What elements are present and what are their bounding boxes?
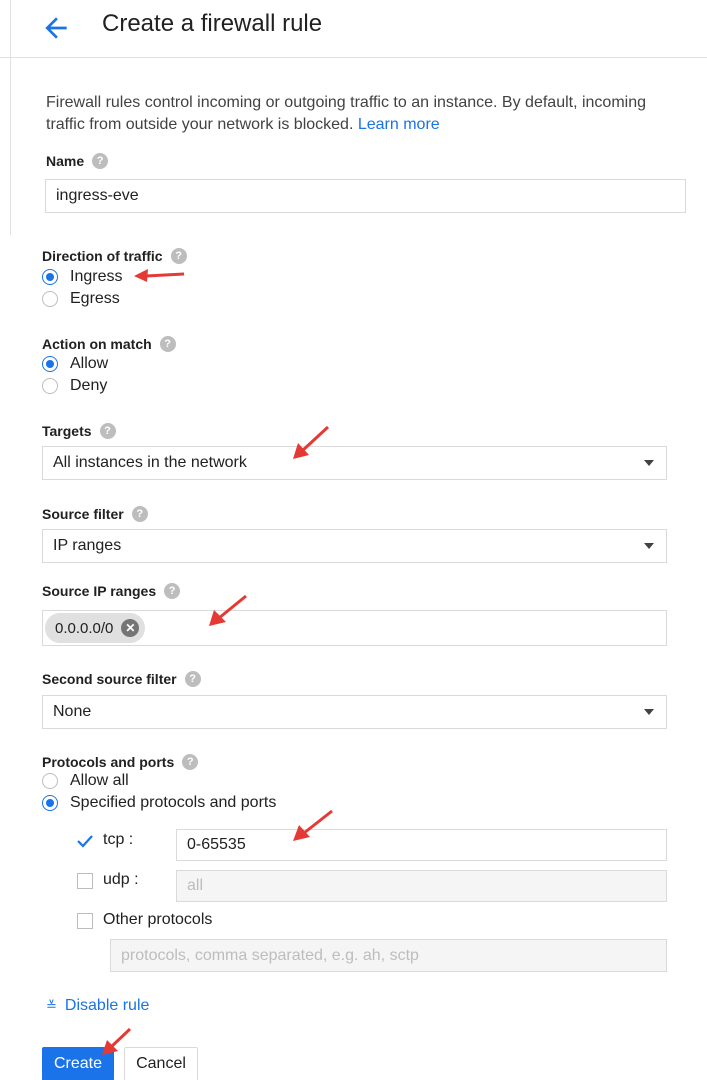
radio-ingress[interactable]: Ingress: [42, 268, 122, 286]
question-circle-icon[interactable]: ?: [182, 754, 199, 770]
name-label: Name ?: [46, 153, 109, 169]
tcp-label: tcp :: [103, 831, 134, 848]
red-arrow-icon: [293, 425, 330, 459]
targets-label-text: Targets: [42, 423, 92, 439]
learn-more-link[interactable]: Learn more: [358, 116, 440, 133]
description-text: Firewall rules control incoming or outgo…: [46, 94, 647, 133]
radio-egress[interactable]: Egress: [42, 290, 120, 308]
page-title: Create a firewall rule: [102, 10, 323, 37]
red-arrow-icon: [134, 269, 185, 282]
radio-button[interactable]: [42, 795, 58, 811]
source-ip-ranges-field[interactable]: 0.0.0.0/0 ✕: [42, 610, 667, 646]
chip-label: 0.0.0.0/0: [55, 619, 114, 637]
targets-select[interactable]: All instances in the network: [42, 446, 667, 480]
question-circle-icon[interactable]: ?: [99, 423, 116, 439]
chevron-double-down-icon: ≚: [46, 998, 57, 1013]
radio-specified[interactable]: Specified protocols and ports: [42, 794, 276, 812]
tcp-checkbox[interactable]: [76, 832, 94, 850]
tcp-ports-field[interactable]: 0-65535: [176, 829, 667, 861]
red-arrow-icon: [209, 594, 247, 626]
description: Firewall rules control incoming or outgo…: [46, 92, 666, 136]
radio-button[interactable]: [42, 773, 58, 789]
red-arrow-icon: [102, 1027, 132, 1055]
ip-range-chip: 0.0.0.0/0 ✕: [45, 613, 146, 643]
question-circle-icon[interactable]: ?: [170, 248, 187, 264]
other-protocols-placeholder: protocols, comma separated, e.g. ah, sct…: [121, 946, 419, 964]
cancel-button[interactable]: Cancel: [124, 1047, 198, 1080]
name-label-text: Name: [46, 153, 85, 169]
radio-allow-all[interactable]: Allow all: [42, 772, 129, 790]
radio-button[interactable]: [42, 378, 58, 394]
protocols-label: Protocols and ports ?: [42, 754, 199, 770]
page-header: Create a firewall rule: [0, 0, 707, 58]
second-source-filter-value: None: [53, 703, 92, 720]
dropdown-caret-icon: [644, 709, 654, 715]
dropdown-caret-icon: [644, 460, 654, 466]
close-circle-icon[interactable]: ✕: [121, 619, 140, 637]
radio-deny[interactable]: Deny: [42, 377, 107, 395]
panel-divider: [10, 0, 11, 235]
targets-label: Targets ?: [42, 423, 116, 439]
radio-label: Allow all: [70, 772, 129, 789]
arrow-left-icon[interactable]: [40, 12, 72, 44]
disable-rule-text: Disable rule: [64, 997, 150, 1014]
radio-button[interactable]: [42, 356, 58, 372]
action-label: Action on match ?: [42, 336, 176, 352]
targets-select-value: All instances in the network: [53, 454, 247, 471]
radio-label: Egress: [70, 290, 120, 307]
question-circle-icon[interactable]: ?: [184, 671, 201, 687]
other-protocols-field[interactable]: protocols, comma separated, e.g. ah, sct…: [110, 939, 667, 972]
second-source-filter-label-text: Second source filter: [42, 671, 177, 687]
udp-label: udp :: [103, 871, 139, 888]
source-filter-label-text: Source filter: [42, 506, 124, 522]
dropdown-caret-icon: [644, 543, 654, 549]
source-filter-select[interactable]: IP ranges: [42, 529, 667, 563]
direction-label-text: Direction of traffic: [42, 248, 163, 264]
radio-label: Deny: [70, 377, 108, 394]
red-arrow-icon: [293, 809, 333, 841]
other-protocols-checkbox[interactable]: [77, 913, 93, 929]
question-circle-icon[interactable]: ?: [131, 506, 148, 522]
action-label-text: Action on match: [42, 336, 152, 352]
question-circle-icon[interactable]: ?: [159, 336, 176, 352]
radio-label: Ingress: [70, 268, 123, 285]
tcp-ports-value: 0-65535: [187, 836, 246, 853]
name-field[interactable]: ingress-eve: [45, 179, 686, 213]
radio-button[interactable]: [42, 269, 58, 285]
second-source-filter-select[interactable]: None: [42, 695, 667, 729]
source-ip-ranges-label: Source IP ranges ?: [42, 583, 181, 599]
udp-ports-field[interactable]: all: [176, 870, 667, 902]
disable-rule-link[interactable]: ≚ Disable rule: [46, 997, 149, 1015]
protocols-label-text: Protocols and ports: [42, 754, 175, 770]
source-ip-ranges-label-text: Source IP ranges: [42, 583, 157, 599]
other-protocols-label: Other protocols: [103, 911, 213, 928]
question-circle-icon[interactable]: ?: [92, 153, 109, 169]
radio-label: Specified protocols and ports: [70, 794, 277, 811]
source-filter-value: IP ranges: [53, 537, 122, 554]
radio-label: Allow: [70, 355, 109, 372]
udp-ports-placeholder: all: [187, 877, 204, 894]
radio-button[interactable]: [42, 291, 58, 307]
question-circle-icon[interactable]: ?: [164, 583, 181, 599]
radio-allow[interactable]: Allow: [42, 355, 108, 373]
name-field-value: ingress-eve: [56, 187, 139, 204]
second-source-filter-label: Second source filter ?: [42, 671, 201, 687]
direction-label: Direction of traffic ?: [42, 248, 187, 264]
firewall-rule-page: Create a firewall rule Firewall rules co…: [0, 0, 707, 1080]
udp-checkbox[interactable]: [77, 873, 93, 889]
source-filter-label: Source filter ?: [42, 506, 148, 522]
